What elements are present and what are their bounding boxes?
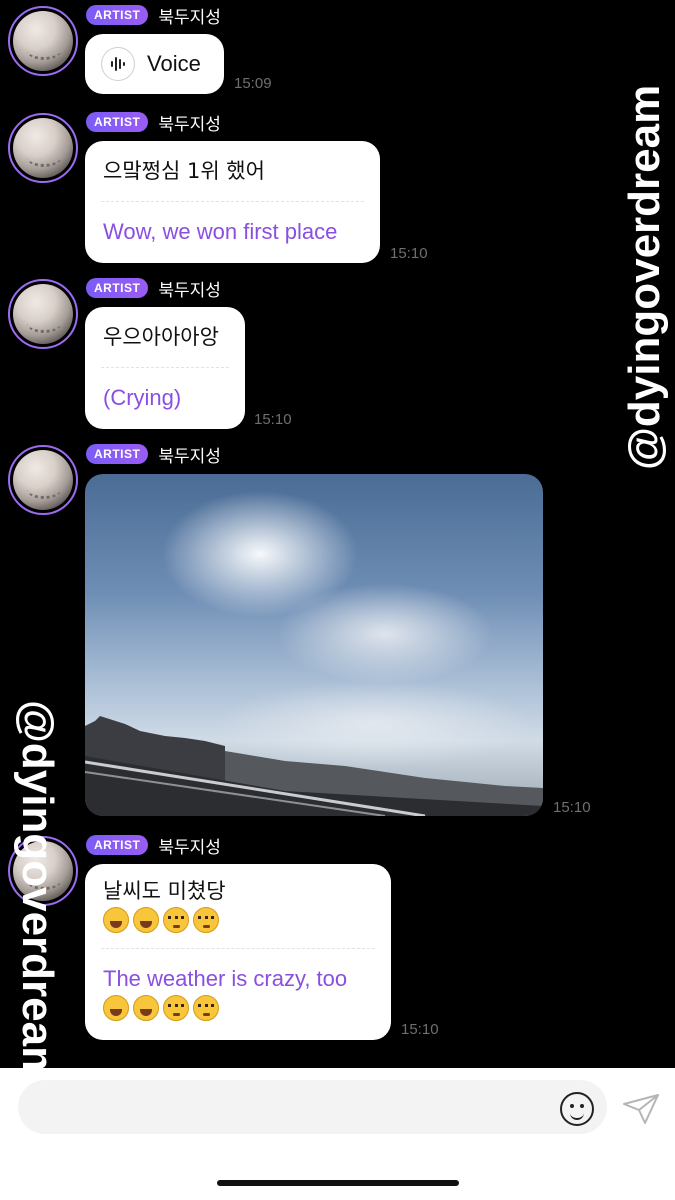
text-message-bubble[interactable]: 날씨도 미쳤당 The weather is crazy, too bbox=[85, 864, 391, 1040]
avatar[interactable] bbox=[8, 113, 78, 183]
artist-badge: ARTIST bbox=[86, 278, 149, 298]
artist-badge: ARTIST bbox=[86, 835, 149, 855]
message-header: ARTIST 북두지성 bbox=[86, 834, 221, 858]
message-header: ARTIST 북두지성 bbox=[86, 4, 221, 28]
smile-icon[interactable] bbox=[560, 1092, 594, 1126]
send-icon[interactable] bbox=[621, 1092, 661, 1126]
artist-badge: ARTIST bbox=[86, 112, 149, 132]
voice-message-bubble[interactable]: Voice bbox=[85, 34, 224, 94]
message-translation: (Crying) bbox=[103, 385, 182, 410]
photo-message-sky[interactable] bbox=[85, 474, 543, 816]
chat-area[interactable]: ARTIST 북두지성 Voice 15:09 ARTIST 북두지성 으맠쩡심… bbox=[0, 0, 675, 1068]
cityscape-silhouette bbox=[85, 716, 543, 816]
message-input[interactable] bbox=[18, 1080, 607, 1134]
avatar[interactable] bbox=[8, 6, 78, 76]
pleading-emoji-icon bbox=[163, 995, 189, 1021]
message-korean: 날씨도 미쳤당 bbox=[103, 879, 226, 903]
pleading-emoji-icon bbox=[193, 995, 219, 1021]
message-translation: Wow, we won first place bbox=[103, 219, 338, 244]
message-header: ARTIST 북두지성 bbox=[86, 111, 221, 135]
sender-name: 북두지성 bbox=[158, 280, 221, 301]
message-time: 15:10 bbox=[390, 245, 428, 262]
message-time: 15:10 bbox=[254, 411, 292, 428]
sender-name: 북두지성 bbox=[158, 446, 221, 467]
artist-badge: ARTIST bbox=[86, 5, 149, 25]
message-translation: The weather is crazy, too bbox=[103, 966, 348, 991]
grinning-squinting-emoji-icon bbox=[103, 907, 129, 933]
emoji-row bbox=[103, 907, 373, 933]
voice-label: Voice bbox=[147, 51, 201, 76]
emoji-row bbox=[103, 995, 373, 1021]
grinning-squinting-emoji-icon bbox=[133, 995, 159, 1021]
message-korean: 으맠쩡심 1위 했어 bbox=[103, 159, 265, 183]
message-time: 15:10 bbox=[553, 799, 591, 816]
message-time: 15:09 bbox=[234, 75, 272, 92]
home-indicator bbox=[217, 1180, 459, 1186]
sender-name: 북두지성 bbox=[158, 114, 221, 135]
grinning-squinting-emoji-icon bbox=[103, 995, 129, 1021]
message-time: 15:10 bbox=[401, 1021, 439, 1038]
text-message-bubble[interactable]: 우으아아아앙 (Crying) bbox=[85, 307, 245, 429]
message-composer bbox=[0, 1068, 675, 1200]
grinning-squinting-emoji-icon bbox=[133, 907, 159, 933]
message-header: ARTIST 북두지성 bbox=[86, 443, 221, 467]
text-message-bubble[interactable]: 으맠쩡심 1위 했어 Wow, we won first place bbox=[85, 141, 380, 263]
message-header: ARTIST 북두지성 bbox=[86, 277, 221, 301]
avatar[interactable] bbox=[8, 279, 78, 349]
sender-name: 북두지성 bbox=[158, 837, 221, 858]
avatar[interactable] bbox=[8, 445, 78, 515]
watermark: @dyingoverdream bbox=[620, 84, 669, 470]
watermark: @dyingoverdream bbox=[13, 700, 62, 1068]
pleading-emoji-icon bbox=[193, 907, 219, 933]
message-korean: 우으아아아앙 bbox=[103, 325, 219, 349]
sender-name: 북두지성 bbox=[158, 7, 221, 28]
artist-badge: ARTIST bbox=[86, 444, 149, 464]
pleading-emoji-icon bbox=[163, 907, 189, 933]
voice-wave-icon bbox=[101, 47, 135, 81]
